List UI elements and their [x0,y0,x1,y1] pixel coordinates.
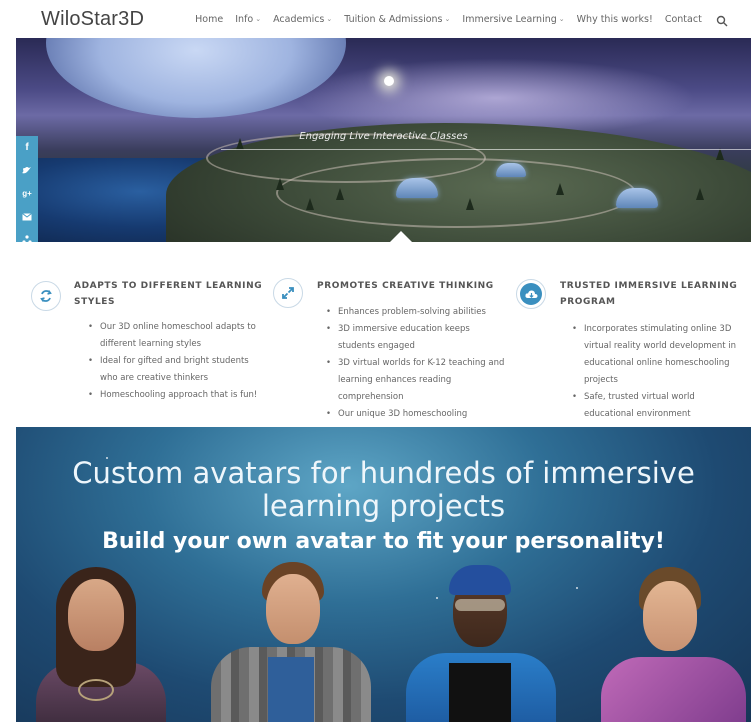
avatar-head [643,581,697,651]
hero-tree [466,198,474,210]
list-item: Homeschooling approach that is fun! [88,387,263,404]
list-item: 3D immersive education keeps students en… [326,321,506,355]
list-item: Our unique 3D homeschooling [326,406,506,423]
hero-dome [496,163,526,177]
chevron-down-icon: ⌄ [255,15,262,23]
chevron-down-icon: ⌄ [558,15,565,23]
chevron-down-icon: ⌄ [444,15,451,23]
chevron-down-icon: ⌄ [326,15,333,23]
avatar-head [68,579,124,651]
feature-list: Our 3D online homeschool adapts to diffe… [88,319,263,404]
menu-item-contact[interactable]: Contact [659,14,708,25]
avatars-subheading: Build your own avatar to fit your person… [102,529,665,554]
feature-list: Enhances problem-solving abilities 3D im… [326,304,506,423]
avatar [206,562,376,722]
hero-light [384,76,394,86]
avatar-shirt [268,657,314,722]
hero-caption: Engaging Live Interactive Classes [299,131,468,142]
hero-dome [396,178,438,198]
hero-tree [696,188,704,200]
star [576,587,578,589]
google-plus-icon[interactable]: g+ [16,182,38,205]
list-item: Ideal for gifted and bright students who… [88,353,263,387]
menu-item-immersive-learning[interactable]: Immersive Learning ⌄ [456,14,570,25]
menu-item-academics[interactable]: Academics ⌄ [267,14,338,25]
hero-tree [336,188,344,200]
feature-title: Promotes creative thinking [317,281,494,291]
menu-item-info[interactable]: Info ⌄ [229,14,267,25]
hero-divider [221,149,751,150]
avatar-head [266,574,320,644]
site-logo[interactable]: WiloStar3D [41,8,144,31]
list-item: 3D virtual worlds for K-12 teaching and … [326,355,506,406]
avatar [591,567,751,722]
avatar-glasses [455,599,505,611]
menu-item-home[interactable]: Home [189,14,229,25]
avatar-necklace [78,679,114,701]
hero-notch [390,231,412,242]
avatar-body [601,657,746,722]
feature-title: Trusted immersive learning program [560,281,738,307]
main-menu: Home Info ⌄ Academics ⌄ Tuition & Admissio… [189,12,730,27]
expand-icon [273,278,303,308]
top-navigation: WiloStar3D Home Info ⌄ Academics ⌄ Tuition… [16,0,751,38]
cloud-download-icon [516,279,546,309]
twitter-icon[interactable] [16,159,38,182]
avatar [401,565,561,722]
avatars-section: Custom avatars for hundreds of immersive… [16,427,751,722]
list-item: Our 3D online homeschool adapts to diffe… [88,319,263,353]
avatars-heading: Custom avatars for hundreds of immersive… [72,456,695,523]
avatar-beanie [449,565,511,595]
facebook-icon[interactable]: f [16,136,38,159]
avatar [26,567,176,722]
email-icon[interactable] [16,205,38,228]
avatar-shirt [449,663,511,722]
list-item: Enhances problem-solving abilities [326,304,506,321]
list-item: Incorporates stimulating online 3D virtu… [572,321,747,389]
hero-tree [556,183,564,195]
hero-banner: Engaging Live Interactive Classes [16,38,751,242]
search-icon[interactable] [716,12,730,27]
feature-title: Adapts to different learning styles [74,281,263,307]
menu-item-why-this-works[interactable]: Why this works! [571,14,659,25]
feature-list: Incorporates stimulating online 3D virtu… [572,321,747,423]
features-section: Adapts to different learning styles Our … [16,242,751,426]
hero-tree [276,178,284,190]
list-item: Safe, trusted virtual world educational … [572,389,747,423]
hero-tree [306,198,314,210]
menu-item-tuition-admissions[interactable]: Tuition & Admissions ⌄ [338,14,456,25]
refresh-icon [31,281,61,311]
hero-dome [616,188,658,208]
